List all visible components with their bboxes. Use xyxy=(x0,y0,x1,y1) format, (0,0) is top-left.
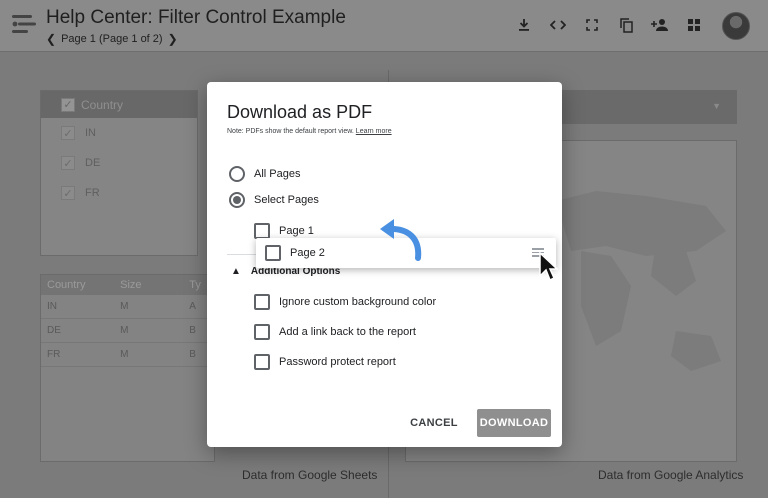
table-header-row: Country Size Ty xyxy=(41,275,214,295)
table-cell: M xyxy=(120,349,129,360)
column-header[interactable]: Country xyxy=(41,279,120,291)
table-row: DE M B xyxy=(41,319,214,343)
copy-icon[interactable] xyxy=(616,14,636,36)
dialog-title: Download as PDF xyxy=(227,102,373,122)
checkbox-unchecked-icon[interactable] xyxy=(254,354,270,370)
checkbox-unchecked-icon[interactable] xyxy=(254,223,270,239)
filter-option-label: DE xyxy=(85,157,101,169)
previous-page-icon[interactable]: ❮ xyxy=(46,32,56,46)
checkbox-checked-icon[interactable]: ✓ xyxy=(61,186,75,200)
next-page-icon[interactable]: ❯ xyxy=(168,32,178,46)
add-person-icon[interactable] xyxy=(650,14,670,36)
checkbox-checked-icon[interactable]: ✓ xyxy=(61,126,75,140)
page-indicator[interactable]: Page 1 (Page 1 of 2) xyxy=(61,33,163,45)
radio-selected-icon[interactable] xyxy=(229,192,245,208)
filter-header[interactable]: ✓ Country xyxy=(41,91,197,118)
radio-label: Select Pages xyxy=(254,194,319,206)
report-title[interactable]: Help Center: Filter Control Example xyxy=(46,7,346,29)
embed-code-icon[interactable] xyxy=(548,14,568,36)
apps-grid-icon[interactable] xyxy=(684,14,704,36)
data-source-label: Data from Google Sheets xyxy=(242,468,378,482)
checkbox-unchecked-icon[interactable] xyxy=(254,294,270,310)
note-text: Note: PDFs show the default report view. xyxy=(227,128,354,135)
checkbox-unchecked-icon[interactable] xyxy=(265,245,281,261)
map-dropdown-control[interactable]: ▼ xyxy=(560,90,737,124)
table-cell: M xyxy=(120,325,129,336)
radio-unselected-icon[interactable] xyxy=(229,166,245,182)
filter-option[interactable]: ✓ DE xyxy=(41,148,197,178)
chevron-down-icon: ▼ xyxy=(712,101,721,111)
column-header[interactable]: Size xyxy=(120,279,189,291)
option-label: Add a link back to the report xyxy=(279,326,416,338)
option-label: Password protect report xyxy=(279,356,396,368)
download-button[interactable]: DOWNLOAD xyxy=(477,409,551,437)
page-1-option[interactable]: Page 1 xyxy=(254,223,314,239)
select-all-checkbox-icon[interactable]: ✓ xyxy=(61,97,75,112)
radio-select-pages[interactable]: Select Pages xyxy=(229,192,319,208)
checkbox-checked-icon[interactable]: ✓ xyxy=(61,156,75,170)
checkbox-unchecked-icon[interactable] xyxy=(254,324,270,340)
option-label: Ignore custom background color xyxy=(279,296,437,308)
app-header: Help Center: Filter Control Example ❮ Pa… xyxy=(0,0,768,52)
option-password-protect[interactable]: Password protect report xyxy=(254,354,396,370)
table-cell: M xyxy=(120,301,129,312)
option-link-back[interactable]: Add a link back to the report xyxy=(254,324,416,340)
page-navigator: ❮ Page 1 (Page 1 of 2) ❯ xyxy=(46,32,178,46)
header-toolbar xyxy=(514,14,704,36)
mouse-cursor-icon xyxy=(539,252,558,282)
table-cell: FR xyxy=(47,349,61,360)
table-row: IN M A xyxy=(41,295,214,319)
learn-more-link[interactable]: Learn more xyxy=(356,128,392,135)
option-ignore-background[interactable]: Ignore custom background color xyxy=(254,294,436,310)
fullscreen-icon[interactable] xyxy=(582,14,602,36)
chevron-up-icon: ▲ xyxy=(231,266,241,277)
filter-header-label: Country xyxy=(81,97,124,112)
filter-option-label: FR xyxy=(85,187,100,199)
page-label: Page 1 xyxy=(279,225,314,237)
filter-option-label: IN xyxy=(85,127,96,139)
filter-option[interactable]: ✓ FR xyxy=(41,178,197,208)
looker-studio-logo-icon[interactable] xyxy=(10,12,38,36)
table-row: FR M B xyxy=(41,343,214,367)
data-table: Country Size Ty IN M A DE M B FR M B xyxy=(40,274,215,462)
radio-all-pages[interactable]: All Pages xyxy=(229,166,300,182)
country-filter-control[interactable]: ✓ Country ✓ IN ✓ DE ✓ FR xyxy=(40,90,198,256)
cancel-button[interactable]: CANCEL xyxy=(405,409,463,437)
download-icon[interactable] xyxy=(514,14,534,36)
user-avatar[interactable] xyxy=(722,12,750,40)
dialog-note: Note: PDFs show the default report view.… xyxy=(227,128,392,135)
curved-arrow-icon xyxy=(380,219,422,261)
radio-label: All Pages xyxy=(254,168,301,180)
table-cell: IN xyxy=(47,301,57,312)
table-cell: DE xyxy=(47,325,61,336)
page-label: Page 2 xyxy=(290,247,325,259)
data-source-label: Data from Google Analytics xyxy=(598,468,744,482)
filter-option[interactable]: ✓ IN xyxy=(41,118,197,148)
